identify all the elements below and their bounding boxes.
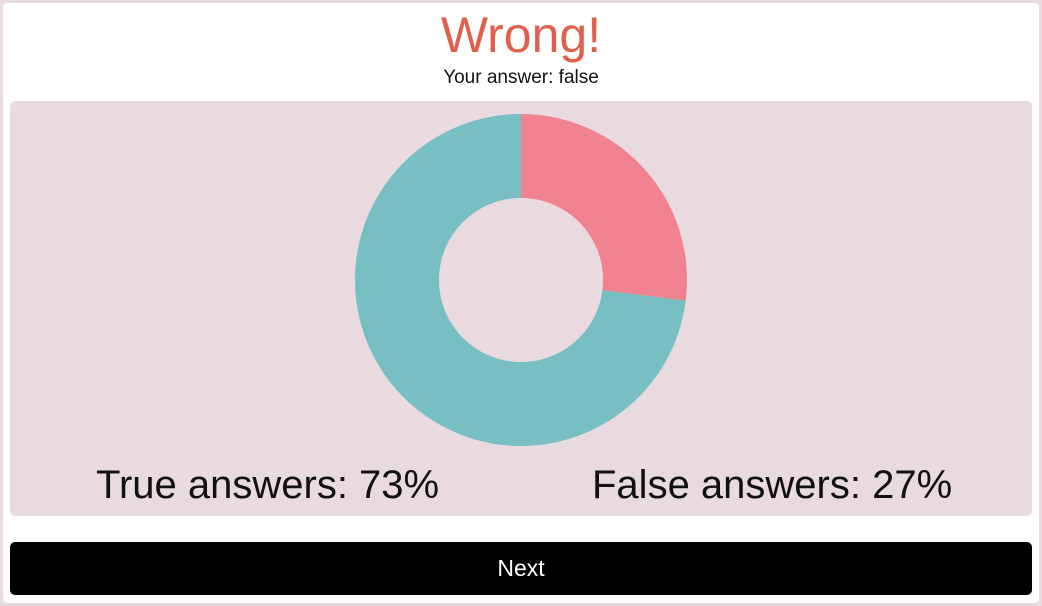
donut-hole [439,198,603,362]
result-title: Wrong! [440,7,602,63]
quiz-result-card: Wrong! Your answer: false True answers: … [3,3,1039,603]
true-answers-stat: True answers: 73% [96,463,440,507]
answer-distribution-panel: True answers: 73% False answers: 27% [10,101,1032,516]
answer-distribution-donut-chart [354,114,687,447]
false-answers-stat: False answers: 27% [592,463,953,507]
next-button[interactable]: Next [10,542,1032,595]
your-answer-text: Your answer: false [443,67,599,88]
